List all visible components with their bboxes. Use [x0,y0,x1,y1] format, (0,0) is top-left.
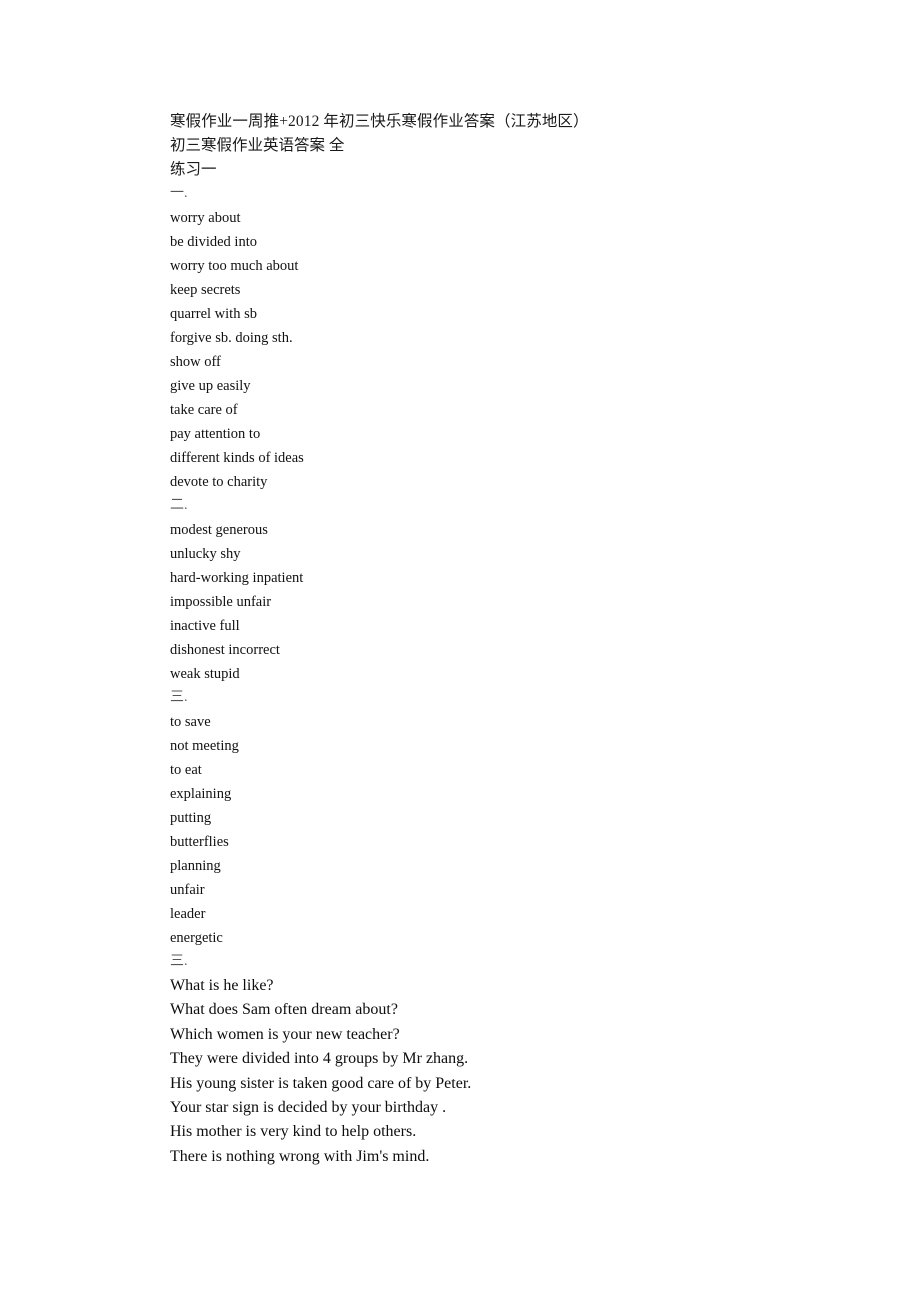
section-phrase-list: 一. worry about be divided into worry too… [170,182,880,494]
answer-item: devote to charity [170,474,268,490]
document-body: 寒假作业一周推+2012 年初三快乐寒假作业答案（江苏地区） 初三寒假作业英语答… [170,110,880,1169]
answer-item: to save [170,714,211,730]
section-marker-one: 一. [170,186,188,201]
sentence-item: His mother is very kind to help others. [170,1123,417,1141]
answer-item: keep secrets [170,282,241,298]
answer-item: butterflies [170,834,229,850]
answer-item: pay attention to [170,426,261,442]
sentence-item: What does Sam often dream about? [170,1001,398,1019]
section-verb-forms: 三. to save not meeting to eat explaining… [170,686,880,950]
sentence-item: They were divided into 4 groups by Mr zh… [170,1050,469,1068]
answer-item: forgive sb. doing sth. [170,330,293,346]
sentence-item: Your star sign is decided by your birthd… [170,1099,447,1117]
answer-item: be divided into [170,234,257,250]
answer-item: worry about [170,210,241,226]
exercise-label: 练习一 [170,161,217,178]
section-marker-two: 二. [170,498,188,513]
answer-item: to eat [170,762,202,778]
answer-item: unlucky shy [170,546,241,562]
document-page: 寒假作业一周推+2012 年初三快乐寒假作业答案（江苏地区） 初三寒假作业英语答… [0,0,920,1302]
answer-item: leader [170,906,206,922]
section-marker-three: 三. [170,690,188,705]
answer-item: give up easily [170,378,251,394]
answer-item: energetic [170,930,223,946]
answer-item: impossible unfair [170,594,272,610]
answer-item: quarrel with sb [170,306,257,322]
answer-item: hard-working inpatient [170,570,304,586]
answer-item: putting [170,810,212,826]
answer-item: show off [170,354,221,370]
answer-item: not meeting [170,738,239,754]
answer-item: planning [170,858,221,874]
sentence-item: There is nothing wrong with Jim's mind. [170,1147,430,1165]
answer-item: worry too much about [170,258,299,274]
answer-item: dishonest incorrect [170,642,280,658]
section-sentences: 三. What is he like? What does Sam often … [170,950,880,1169]
answer-item: different kinds of ideas [170,450,304,466]
answer-item: modest generous [170,522,268,538]
answer-item: explaining [170,786,232,802]
answer-item: inactive full [170,618,240,634]
answer-item: take care of [170,402,238,418]
sentence-item: Which women is your new teacher? [170,1025,400,1043]
document-subtitle: 初三寒假作业英语答案 全 [170,137,345,154]
sentence-item: His young sister is taken good care of b… [170,1074,472,1092]
answer-item: unfair [170,882,205,898]
document-title: 寒假作业一周推+2012 年初三快乐寒假作业答案（江苏地区） [170,113,589,130]
sentence-item: What is he like? [170,977,274,994]
section-adjective-pairs: 二. modest generous unlucky shy hard-work… [170,494,880,686]
section-marker-three-repeat: 三. [170,954,188,969]
answer-item: weak stupid [170,666,240,682]
